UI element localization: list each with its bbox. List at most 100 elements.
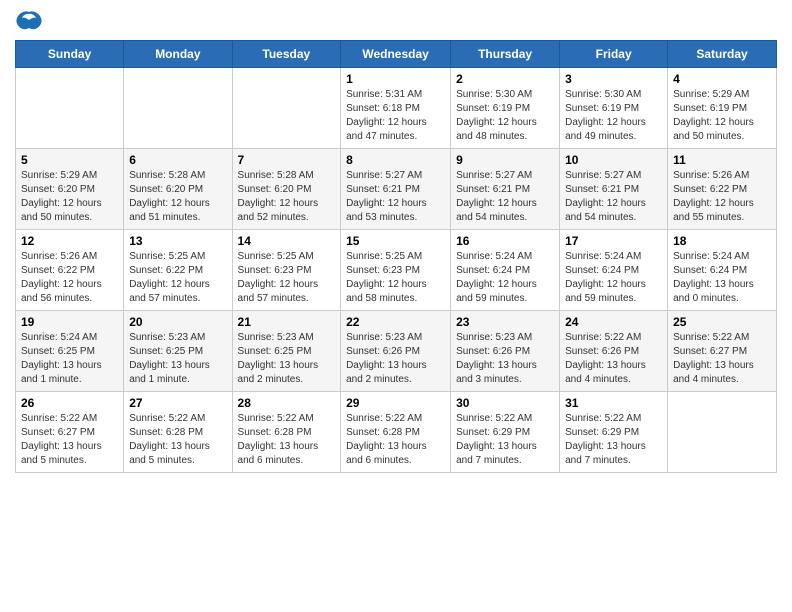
- day-number: 14: [238, 234, 336, 248]
- day-number: 2: [456, 72, 554, 86]
- calendar-cell: 21Sunrise: 5:23 AM Sunset: 6:25 PM Dayli…: [232, 311, 341, 392]
- day-info: Sunrise: 5:26 AM Sunset: 6:22 PM Dayligh…: [21, 250, 118, 306]
- calendar-cell: 11 Sunrise: 5:26 AM Sunset: 6:22 PM Dayli…: [668, 149, 777, 230]
- day-info: Sunrise: 5:26 AM Sunset: 6:22 PM Dayligh…: [673, 169, 771, 225]
- day-info: Sunrise: 5:30 AM Sunset: 6:19 PM Dayligh…: [456, 88, 554, 144]
- calendar-cell: 10 Sunrise: 5:27 AM Sunset: 6:21 PM Dayli…: [560, 149, 668, 230]
- day-info: Sunrise: 5:22 AM Sunset: 6:27 PM Dayligh…: [673, 331, 771, 387]
- calendar-cell: 28Sunrise: 5:22 AM Sunset: 6:28 PM Dayli…: [232, 392, 341, 473]
- calendar-table: SundayMondayTuesdayWednesdayThursdayFrid…: [15, 40, 777, 473]
- day-number: 10: [565, 153, 662, 167]
- calendar-cell: 12 Sunrise: 5:26 AM Sunset: 6:22 PM Dayli…: [16, 230, 124, 311]
- day-info: Sunrise: 5:23 AM Sunset: 6:25 PM Dayligh…: [238, 331, 336, 387]
- day-number: 6: [129, 153, 226, 167]
- day-info: Sunrise: 5:27 AM Sunset: 6:21 PM Dayligh…: [565, 169, 662, 225]
- day-info: Sunrise: 5:27 AM Sunset: 6:21 PM Dayligh…: [456, 169, 554, 225]
- calendar-cell: [16, 68, 124, 149]
- day-info: Sunrise: 5:22 AM Sunset: 6:29 PM Dayligh…: [565, 412, 662, 468]
- calendar-week-row: 1 Sunrise: 5:31 AM Sunset: 6:18 PM Daylig…: [16, 68, 777, 149]
- weekday-header-tuesday: Tuesday: [232, 41, 341, 68]
- weekday-header-monday: Monday: [124, 41, 232, 68]
- day-info: Sunrise: 5:24 AM Sunset: 6:25 PM Dayligh…: [21, 331, 118, 387]
- calendar-week-row: 5Sunrise: 5:29 AM Sunset: 6:20 PM Daylig…: [16, 149, 777, 230]
- calendar-cell: 6 Sunrise: 5:28 AM Sunset: 6:20 PM Daylig…: [124, 149, 232, 230]
- day-number: 27: [129, 396, 226, 410]
- calendar-cell: 9 Sunrise: 5:27 AM Sunset: 6:21 PM Daylig…: [451, 149, 560, 230]
- calendar-cell: 23 Sunrise: 5:23 AM Sunset: 6:26 PM Dayli…: [451, 311, 560, 392]
- day-number: 18: [673, 234, 771, 248]
- header: [15, 10, 777, 32]
- calendar-cell: 8 Sunrise: 5:27 AM Sunset: 6:21 PM Daylig…: [341, 149, 451, 230]
- day-info: Sunrise: 5:23 AM Sunset: 6:26 PM Dayligh…: [346, 331, 445, 387]
- day-info: Sunrise: 5:23 AM Sunset: 6:25 PM Dayligh…: [129, 331, 226, 387]
- day-info: Sunrise: 5:22 AM Sunset: 6:26 PM Dayligh…: [565, 331, 662, 387]
- day-number: 1: [346, 72, 445, 86]
- day-number: 9: [456, 153, 554, 167]
- day-info: Sunrise: 5:31 AM Sunset: 6:18 PM Dayligh…: [346, 88, 445, 144]
- day-info: Sunrise: 5:28 AM Sunset: 6:20 PM Dayligh…: [129, 169, 226, 225]
- calendar-cell: 24 Sunrise: 5:22 AM Sunset: 6:26 PM Dayli…: [560, 311, 668, 392]
- day-number: 13: [129, 234, 226, 248]
- calendar-cell: 25 Sunrise: 5:22 AM Sunset: 6:27 PM Dayli…: [668, 311, 777, 392]
- day-number: 22: [346, 315, 445, 329]
- day-number: 25: [673, 315, 771, 329]
- weekday-header-sunday: Sunday: [16, 41, 124, 68]
- calendar-cell: 4 Sunrise: 5:29 AM Sunset: 6:19 PM Daylig…: [668, 68, 777, 149]
- day-info: Sunrise: 5:29 AM Sunset: 6:20 PM Dayligh…: [21, 169, 118, 225]
- day-info: Sunrise: 5:22 AM Sunset: 6:28 PM Dayligh…: [346, 412, 445, 468]
- day-number: 20: [129, 315, 226, 329]
- calendar-cell: 7 Sunrise: 5:28 AM Sunset: 6:20 PM Daylig…: [232, 149, 341, 230]
- day-info: Sunrise: 5:22 AM Sunset: 6:28 PM Dayligh…: [129, 412, 226, 468]
- weekday-header-friday: Friday: [560, 41, 668, 68]
- day-info: Sunrise: 5:25 AM Sunset: 6:23 PM Dayligh…: [346, 250, 445, 306]
- calendar-cell: 30 Sunrise: 5:22 AM Sunset: 6:29 PM Dayli…: [451, 392, 560, 473]
- calendar-cell: 15 Sunrise: 5:25 AM Sunset: 6:23 PM Dayli…: [341, 230, 451, 311]
- day-number: 3: [565, 72, 662, 86]
- day-info: Sunrise: 5:30 AM Sunset: 6:19 PM Dayligh…: [565, 88, 662, 144]
- weekday-header-wednesday: Wednesday: [341, 41, 451, 68]
- calendar-cell: 22 Sunrise: 5:23 AM Sunset: 6:26 PM Dayli…: [341, 311, 451, 392]
- calendar-cell: 18 Sunrise: 5:24 AM Sunset: 6:24 PM Dayli…: [668, 230, 777, 311]
- day-number: 11: [673, 153, 771, 167]
- weekday-header-saturday: Saturday: [668, 41, 777, 68]
- calendar-cell: 27 Sunrise: 5:22 AM Sunset: 6:28 PM Dayli…: [124, 392, 232, 473]
- day-number: 24: [565, 315, 662, 329]
- day-number: 26: [21, 396, 118, 410]
- day-number: 8: [346, 153, 445, 167]
- day-info: Sunrise: 5:22 AM Sunset: 6:29 PM Dayligh…: [456, 412, 554, 468]
- calendar-cell: 3 Sunrise: 5:30 AM Sunset: 6:19 PM Daylig…: [560, 68, 668, 149]
- calendar-week-row: 26Sunrise: 5:22 AM Sunset: 6:27 PM Dayli…: [16, 392, 777, 473]
- calendar-cell: 16Sunrise: 5:24 AM Sunset: 6:24 PM Dayli…: [451, 230, 560, 311]
- day-info: Sunrise: 5:24 AM Sunset: 6:24 PM Dayligh…: [456, 250, 554, 306]
- day-number: 30: [456, 396, 554, 410]
- day-info: Sunrise: 5:23 AM Sunset: 6:26 PM Dayligh…: [456, 331, 554, 387]
- logo-bird-icon: [15, 10, 43, 32]
- calendar-cell: 13 Sunrise: 5:25 AM Sunset: 6:22 PM Dayli…: [124, 230, 232, 311]
- day-info: Sunrise: 5:24 AM Sunset: 6:24 PM Dayligh…: [565, 250, 662, 306]
- calendar-cell: 20 Sunrise: 5:23 AM Sunset: 6:25 PM Dayli…: [124, 311, 232, 392]
- day-number: 23: [456, 315, 554, 329]
- calendar-cell: 31Sunrise: 5:22 AM Sunset: 6:29 PM Dayli…: [560, 392, 668, 473]
- calendar-cell: 14Sunrise: 5:25 AM Sunset: 6:23 PM Dayli…: [232, 230, 341, 311]
- calendar-cell: 1 Sunrise: 5:31 AM Sunset: 6:18 PM Daylig…: [341, 68, 451, 149]
- day-number: 28: [238, 396, 336, 410]
- calendar-week-row: 12 Sunrise: 5:26 AM Sunset: 6:22 PM Dayli…: [16, 230, 777, 311]
- calendar-cell: 29 Sunrise: 5:22 AM Sunset: 6:28 PM Dayli…: [341, 392, 451, 473]
- day-number: 29: [346, 396, 445, 410]
- day-number: 7: [238, 153, 336, 167]
- calendar-cell: 5Sunrise: 5:29 AM Sunset: 6:20 PM Daylig…: [16, 149, 124, 230]
- calendar-cell: [124, 68, 232, 149]
- day-info: Sunrise: 5:28 AM Sunset: 6:20 PM Dayligh…: [238, 169, 336, 225]
- day-number: 15: [346, 234, 445, 248]
- calendar-week-row: 19 Sunrise: 5:24 AM Sunset: 6:25 PM Dayli…: [16, 311, 777, 392]
- day-info: Sunrise: 5:27 AM Sunset: 6:21 PM Dayligh…: [346, 169, 445, 225]
- day-info: Sunrise: 5:25 AM Sunset: 6:22 PM Dayligh…: [129, 250, 226, 306]
- day-number: 19: [21, 315, 118, 329]
- day-info: Sunrise: 5:24 AM Sunset: 6:24 PM Dayligh…: [673, 250, 771, 306]
- weekday-header-row: SundayMondayTuesdayWednesdayThursdayFrid…: [16, 41, 777, 68]
- logo: [15, 10, 47, 32]
- calendar-cell: 26Sunrise: 5:22 AM Sunset: 6:27 PM Dayli…: [16, 392, 124, 473]
- day-number: 4: [673, 72, 771, 86]
- day-number: 12: [21, 234, 118, 248]
- day-info: Sunrise: 5:29 AM Sunset: 6:19 PM Dayligh…: [673, 88, 771, 144]
